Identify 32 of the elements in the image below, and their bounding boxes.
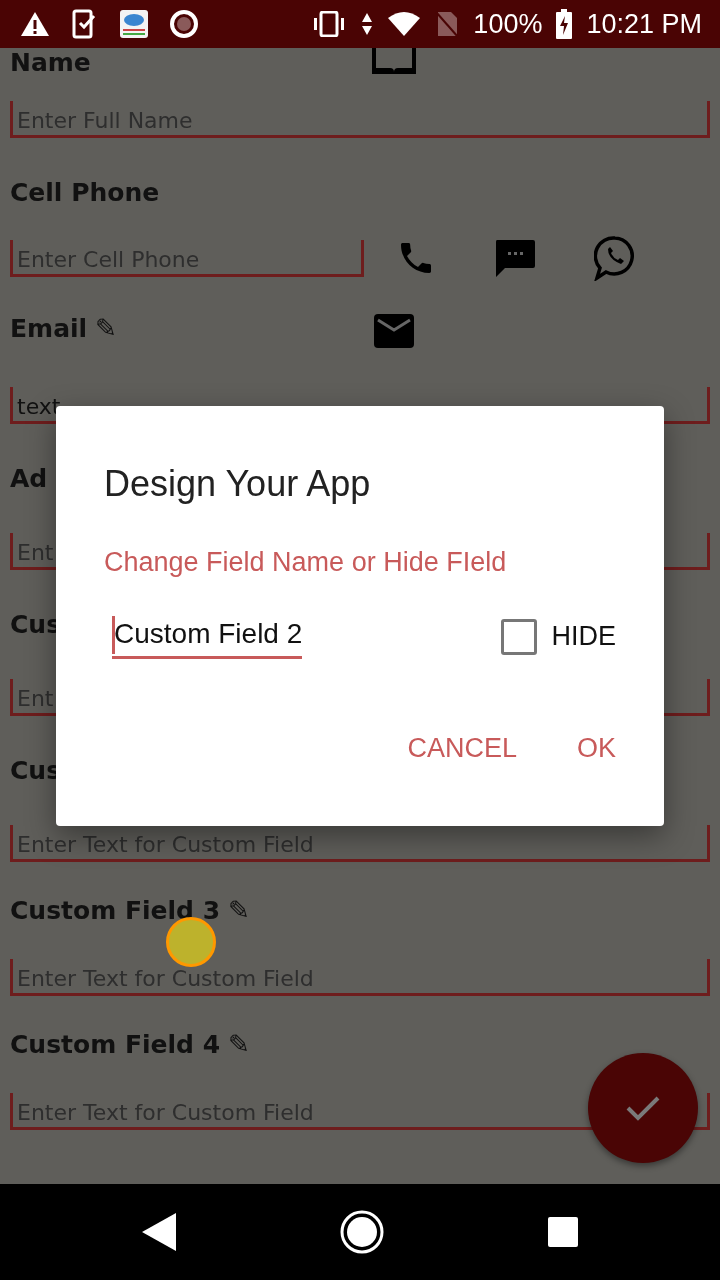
wifi-icon	[387, 11, 422, 37]
edit-icon[interactable]: ✎	[228, 894, 251, 926]
warning-icon	[20, 11, 50, 37]
record-icon	[170, 10, 198, 38]
dialog-subtitle: Change Field Name or Hide FIeld	[104, 546, 508, 578]
field-label: Ad	[10, 463, 48, 493]
field-label: Custom Field 4	[10, 1029, 221, 1059]
status-time: 10:21 PM	[586, 8, 702, 40]
battery-charging-icon	[556, 9, 573, 39]
no-sim-icon	[435, 10, 460, 38]
field-name-input[interactable]: Custom Field 2	[112, 614, 303, 659]
message-icon[interactable]	[494, 238, 536, 278]
field-label: Custom Field 3	[10, 895, 221, 925]
ok-button[interactable]: OK	[577, 725, 616, 772]
field-label: Name	[10, 48, 91, 77]
check-icon	[625, 1094, 661, 1122]
phone-check-icon	[72, 9, 98, 39]
home-icon[interactable]	[340, 1210, 384, 1254]
chat-phone-icon[interactable]	[594, 235, 636, 281]
battery-percent: 100%	[473, 8, 543, 40]
dialog-title: Design Your App	[104, 462, 372, 506]
touch-indicator	[166, 917, 216, 967]
hide-checkbox[interactable]: HIDE	[501, 618, 616, 655]
field-label: Cell Phone	[10, 177, 160, 207]
edit-icon[interactable]: ✎	[95, 312, 118, 344]
mail-icon[interactable]	[374, 314, 414, 348]
cancel-button[interactable]: CANCEL	[407, 725, 517, 772]
back-icon[interactable]	[142, 1213, 176, 1251]
done-button[interactable]	[588, 1053, 698, 1163]
data-arrows-icon	[361, 11, 374, 37]
edit-icon[interactable]: ✎	[228, 1028, 251, 1060]
field-label: Email	[10, 313, 88, 343]
